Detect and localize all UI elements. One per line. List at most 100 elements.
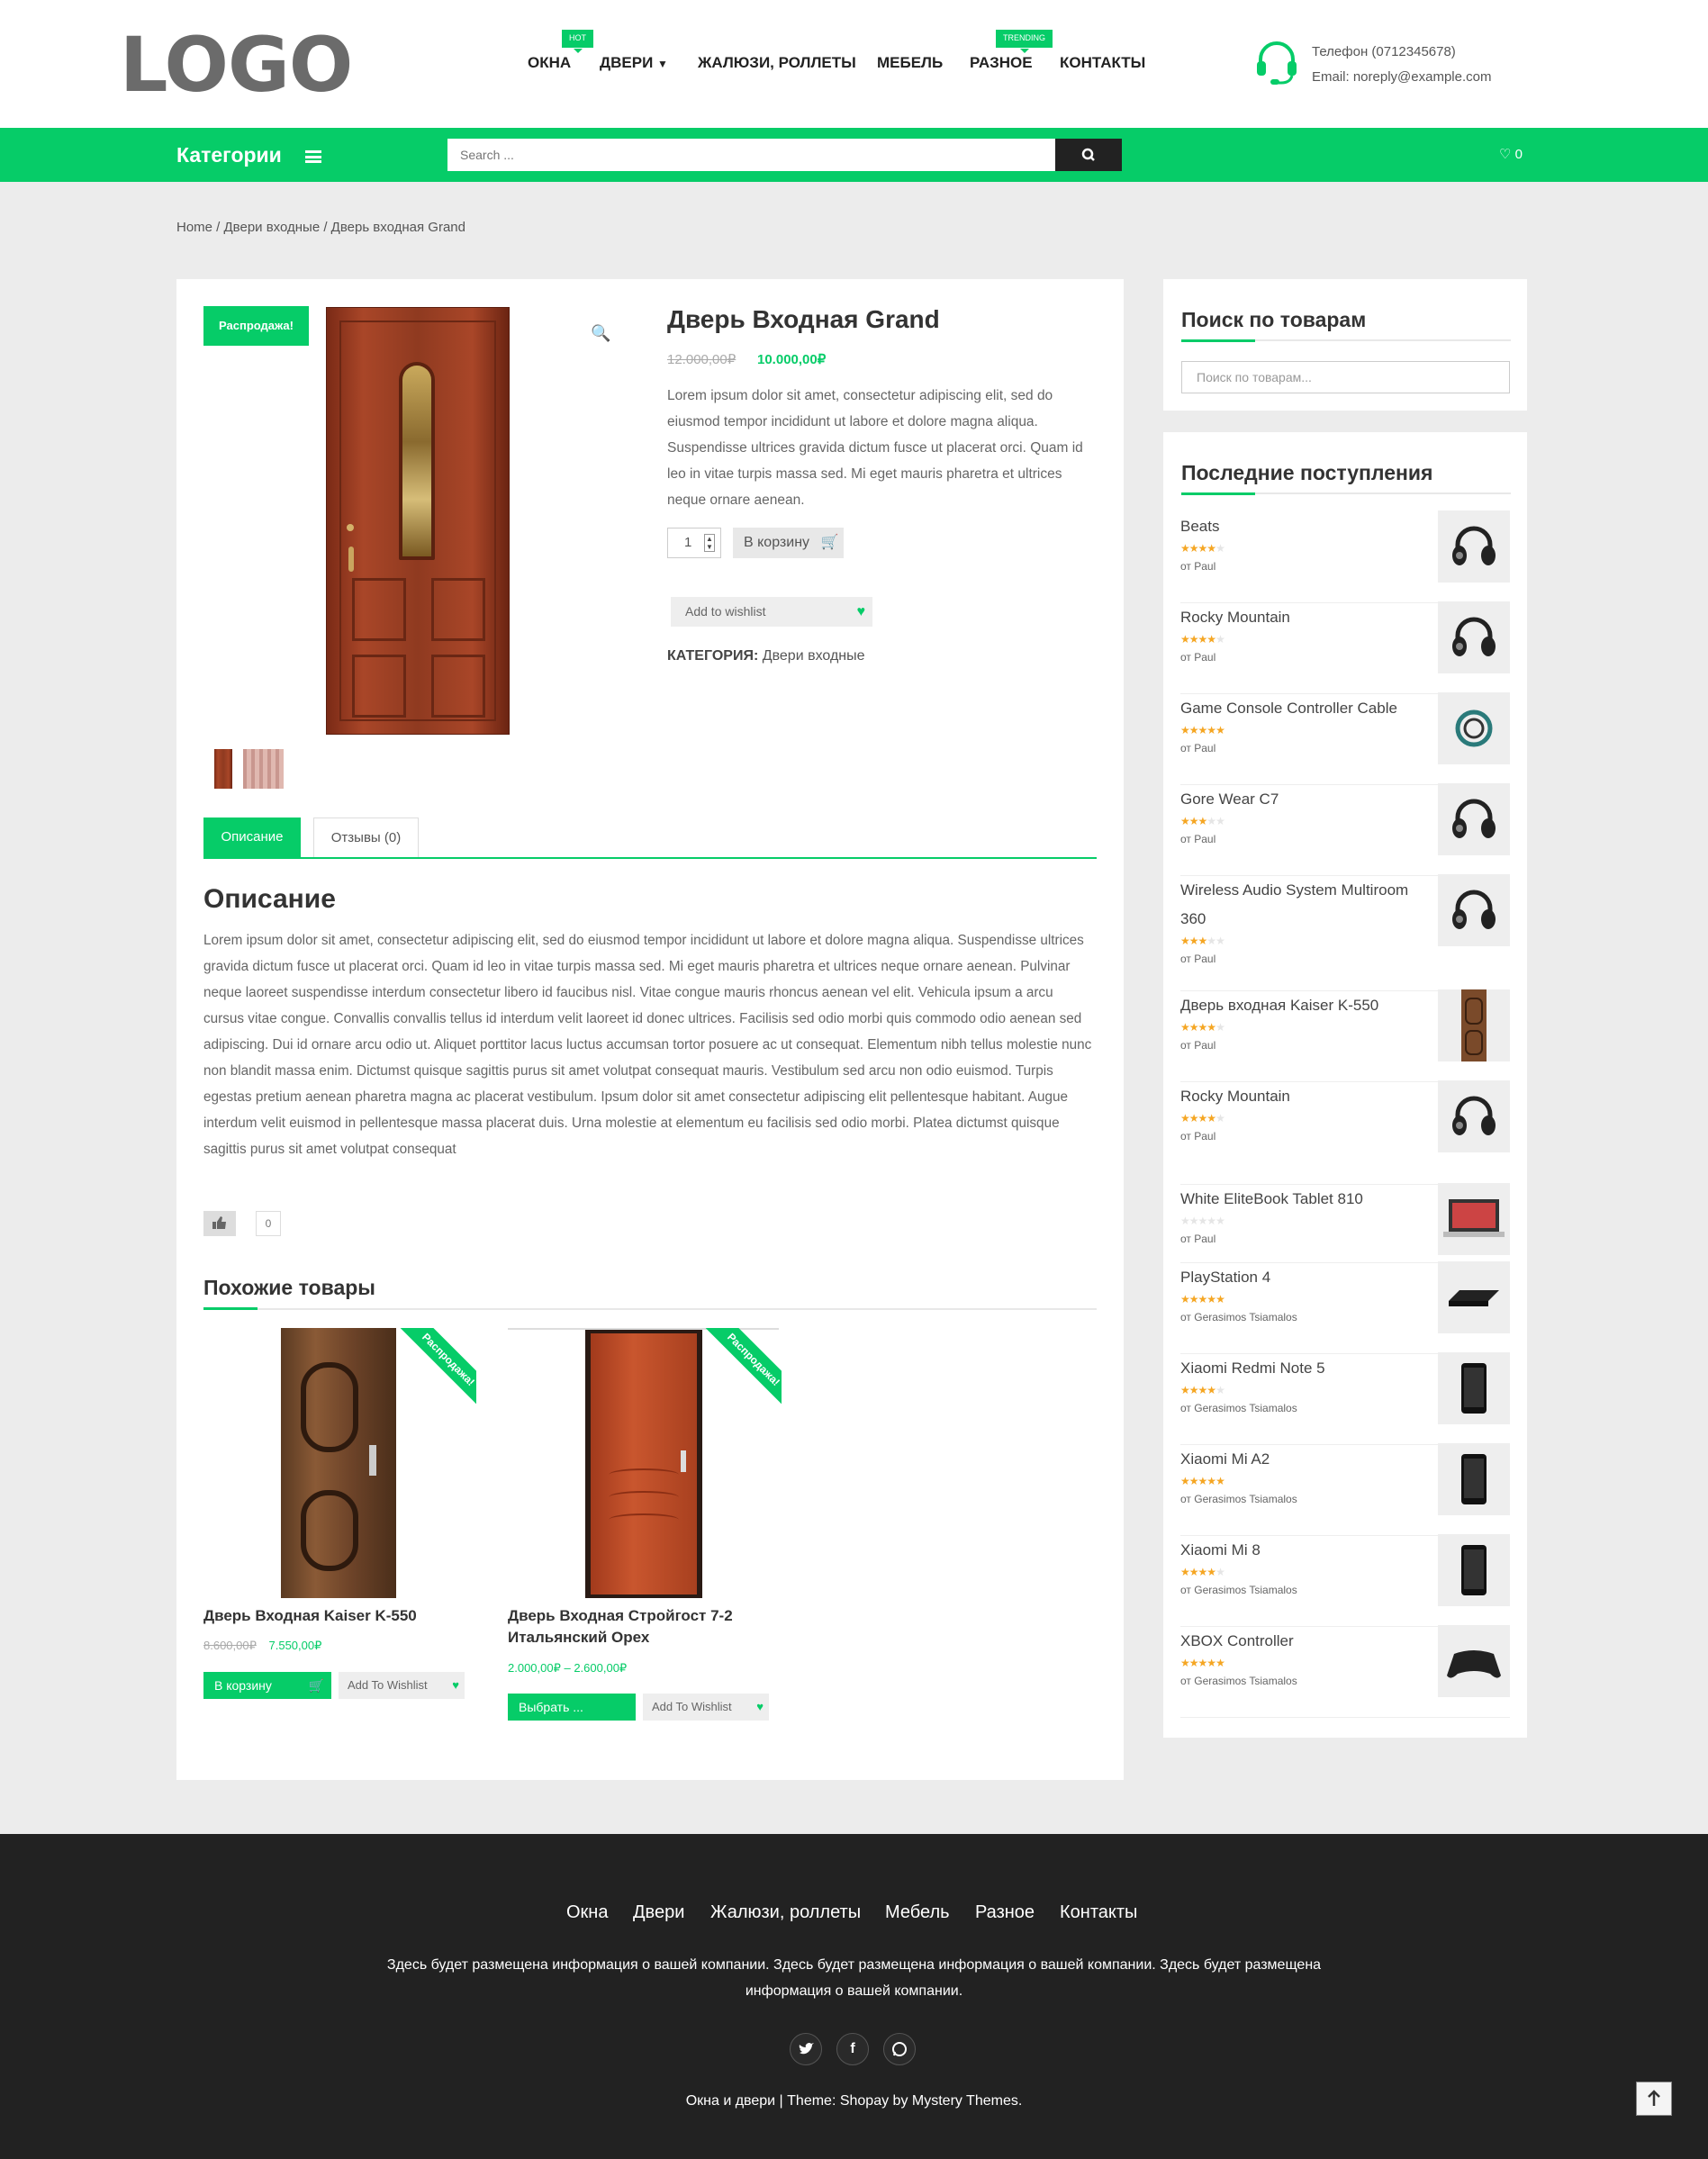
latest-product-title[interactable]: XBOX Controller <box>1180 1627 1423 1656</box>
footer-about-text: Здесь будет размещена информация о вашей… <box>386 1957 1322 1999</box>
headphones-icon[interactable] <box>1438 874 1510 946</box>
category-label: КАТЕГОРИЯ: <box>667 648 759 664</box>
latest-product-title[interactable]: Wireless Audio System Multiroom 360 <box>1180 876 1423 934</box>
latest-product-title[interactable]: Gore Wear C7 <box>1180 785 1423 814</box>
headphones-icon[interactable] <box>1438 1080 1510 1152</box>
related-new-price: 7.550,00₽ <box>268 1639 322 1652</box>
latest-product-item[interactable]: White EliteBook Tablet 810 ★★★★★ от Paul <box>1180 1183 1510 1263</box>
like-count: 0 <box>256 1211 281 1236</box>
latest-product-title[interactable]: Дверь входная Kaiser K-550 <box>1180 991 1423 1020</box>
latest-product-item[interactable]: Beats ★★★★★ от Paul <box>1180 510 1510 603</box>
related-product-title[interactable]: Дверь Входная Стройгост 7-2 Итальянский … <box>508 1605 778 1649</box>
copyright[interactable]: Окна и двери | Theme: Shopay by Mystery … <box>0 2093 1708 2109</box>
email-text: Email: noreply@example.com <box>1312 69 1492 85</box>
latest-product-title[interactable]: White EliteBook Tablet 810 <box>1180 1185 1423 1214</box>
search-button[interactable] <box>1055 139 1122 171</box>
nav-item-contacts[interactable]: КОНТАКТЫ <box>1060 51 1145 75</box>
gamepad-icon[interactable] <box>1438 1625 1510 1697</box>
nav-item-misc[interactable]: РАЗНОЕ <box>970 51 1033 75</box>
sale-badge: Распродажа! <box>203 306 309 346</box>
breadcrumb[interactable]: Home / Двери входные / Дверь входная Gra… <box>176 220 465 235</box>
product-thumbnail[interactable] <box>214 749 232 789</box>
latest-product-item[interactable]: Xiaomi Mi 8 ★★★★★ от Gerasimos Tsiamalos <box>1180 1534 1510 1627</box>
latest-product-item[interactable]: Xiaomi Mi A2 ★★★★★ от Gerasimos Tsiamalos <box>1180 1443 1510 1536</box>
laptop-icon[interactable] <box>1438 1183 1510 1255</box>
latest-product-item[interactable]: XBOX Controller ★★★★★ от Gerasimos Tsiamal… <box>1180 1625 1510 1718</box>
heart-icon: ♥ <box>756 1700 764 1713</box>
facebook-icon[interactable]: f <box>836 2033 869 2065</box>
twitter-icon[interactable] <box>790 2033 822 2065</box>
latest-product-item[interactable]: Дверь входная Kaiser K-550 ★★★★★ от Paul <box>1180 989 1510 1082</box>
latest-product-author: от Gerasimos Tsiamalos <box>1180 1311 1297 1323</box>
scroll-to-top-button[interactable] <box>1636 2082 1672 2116</box>
site-logo[interactable]: LOGO <box>120 22 353 108</box>
footer-nav-doors[interactable]: Двери <box>633 1900 684 1925</box>
star-rating: ★★★★★ <box>1180 935 1225 947</box>
search-input[interactable] <box>447 139 1055 171</box>
cart-icon: 🛒 <box>308 1678 324 1693</box>
button-label: В корзину <box>214 1678 272 1693</box>
product-search-input[interactable]: Поиск по товарам... <box>1181 361 1510 393</box>
nav-item-furniture[interactable]: МЕБЕЛЬ <box>877 51 943 75</box>
latest-product-title[interactable]: Rocky Mountain <box>1180 1082 1423 1111</box>
footer-nav-blinds[interactable]: Жалюзи, роллеты <box>710 1900 861 1925</box>
related-product-title[interactable]: Дверь Входная Kaiser K-550 <box>203 1605 474 1627</box>
tab-description[interactable]: Описание <box>203 818 301 857</box>
console-icon[interactable] <box>1438 1261 1510 1333</box>
latest-product-title[interactable]: Beats <box>1180 512 1423 541</box>
latest-product-item[interactable]: Gore Wear C7 ★★★★★ от Paul <box>1180 783 1510 876</box>
headphones-icon[interactable] <box>1438 783 1510 855</box>
footer-nav-windows[interactable]: Окна <box>566 1900 608 1925</box>
categories-label: Категории <box>176 143 282 167</box>
latest-product-title[interactable]: Rocky Mountain <box>1180 603 1423 632</box>
whatsapp-icon[interactable] <box>883 2033 916 2065</box>
latest-product-title[interactable]: PlayStation 4 <box>1180 1263 1423 1292</box>
add-to-wishlist-button[interactable]: Add to wishlist ♥ <box>671 597 872 627</box>
latest-product-item[interactable]: Xiaomi Redmi Note 5 ★★★★★ от Gerasimos Tsi… <box>1180 1352 1510 1445</box>
latest-product-title[interactable]: Game Console Controller Cable <box>1180 694 1423 723</box>
latest-product-item[interactable]: Wireless Audio System Multiroom 360 ★★★★★… <box>1180 874 1510 991</box>
phone-icon[interactable] <box>1438 1443 1510 1515</box>
like-button[interactable] <box>203 1211 236 1236</box>
product-main-image[interactable] <box>326 307 510 735</box>
door-icon[interactable] <box>1438 989 1510 1061</box>
headphones-icon[interactable] <box>1438 510 1510 583</box>
nav-item-windows[interactable]: ОКНА <box>528 51 571 75</box>
thumbs-up-icon <box>212 1216 226 1229</box>
related-select-options-button[interactable]: Выбрать ... <box>508 1694 636 1721</box>
nav-item-blinds[interactable]: ЖАЛЮЗИ, РОЛЛЕТЫ <box>698 51 856 75</box>
cable-icon[interactable] <box>1438 692 1510 764</box>
related-divider <box>203 1308 1097 1310</box>
header-wishlist[interactable]: ♡ 0 <box>1499 144 1523 166</box>
related-wishlist-button[interactable]: Add To Wishlist ♥ <box>339 1672 465 1699</box>
latest-product-title[interactable]: Xiaomi Mi 8 <box>1180 1536 1423 1565</box>
tab-reviews[interactable]: Отзывы (0) <box>313 818 419 857</box>
latest-product-item[interactable]: Rocky Mountain ★★★★★ от Paul <box>1180 601 1510 694</box>
latest-product-title[interactable]: Xiaomi Redmi Note 5 <box>1180 1354 1423 1383</box>
footer-nav-furniture[interactable]: Мебель <box>885 1900 950 1925</box>
quantity-stepper[interactable]: 1 ▲ ▼ <box>667 528 721 558</box>
star-rating: ★★★★★ <box>1180 1112 1225 1125</box>
zoom-icon[interactable]: 🔍 <box>591 324 610 343</box>
latest-product-item[interactable]: PlayStation 4 ★★★★★ от Gerasimos Tsiamalos <box>1180 1261 1510 1354</box>
nav-item-doors[interactable]: ДВЕРИ ▼ <box>600 51 668 76</box>
category-link[interactable]: Двери входные <box>763 648 865 664</box>
latest-product-item[interactable]: Rocky Mountain ★★★★★ от Paul <box>1180 1080 1510 1185</box>
headphones-icon[interactable] <box>1438 601 1510 673</box>
related-wishlist-button[interactable]: Add To Wishlist ♥ <box>643 1694 769 1721</box>
phone-icon[interactable] <box>1438 1352 1510 1424</box>
product-thumbnail[interactable] <box>243 749 284 789</box>
phone-icon[interactable] <box>1438 1534 1510 1606</box>
footer-nav-contacts[interactable]: Контакты <box>1060 1900 1137 1925</box>
footer-nav-misc[interactable]: Разное <box>975 1900 1035 1925</box>
star-rating: ★★★★★ <box>1180 542 1225 555</box>
latest-product-item[interactable]: Game Console Controller Cable ★★★★★ от Pau… <box>1180 692 1510 785</box>
latest-product-author: от Paul <box>1180 560 1216 573</box>
related-add-to-cart-button[interactable]: В корзину 🛒 <box>203 1672 331 1699</box>
stepper-arrows-icon[interactable]: ▲ ▼ <box>704 534 715 552</box>
categories-toggle[interactable]: Категории <box>176 141 322 168</box>
star-rating: ★★★★★ <box>1180 815 1225 827</box>
headset-icon <box>1257 41 1297 85</box>
latest-product-title[interactable]: Xiaomi Mi A2 <box>1180 1445 1423 1474</box>
add-to-cart-button[interactable]: В корзину 🛒 <box>733 528 844 558</box>
